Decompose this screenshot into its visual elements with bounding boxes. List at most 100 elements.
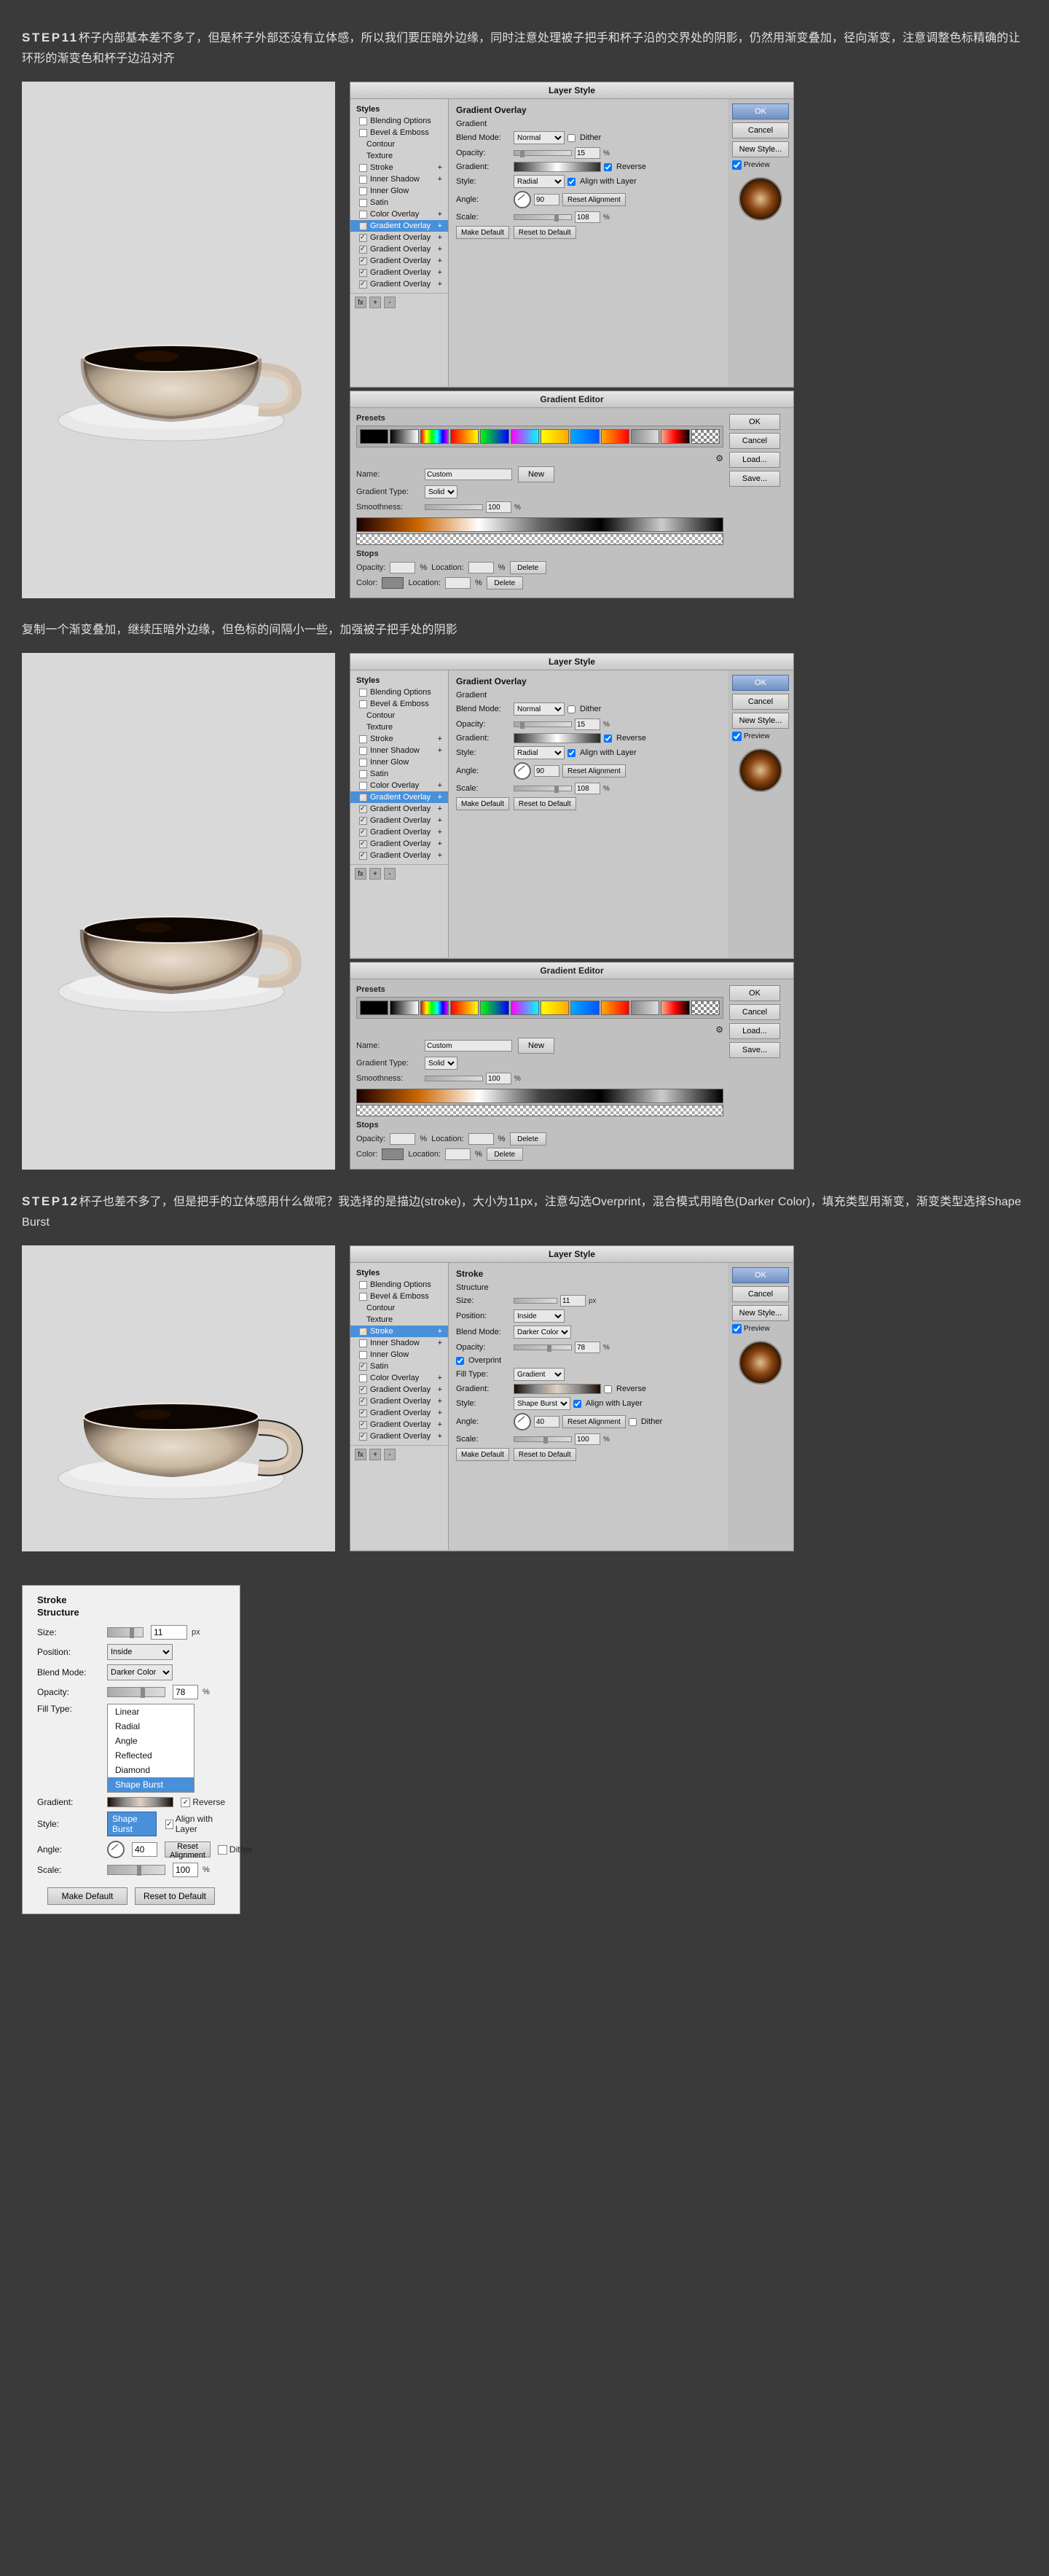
gs-reset-align-btn-2[interactable]: Reset Alignment — [562, 764, 626, 778]
style-inner-glow-3[interactable]: Inner Glow — [350, 1349, 448, 1361]
style-stroke-3[interactable]: Stroke + — [350, 1326, 448, 1337]
dp-style-value[interactable]: Shape Burst — [107, 1812, 157, 1836]
gs-dither-check-2[interactable] — [567, 705, 575, 713]
ge-delete-opacity-btn-2[interactable]: Delete — [510, 1132, 546, 1146]
ge-new-btn-1[interactable]: New — [518, 466, 554, 482]
ge-preset-9[interactable] — [601, 429, 629, 444]
gs-align-check-2[interactable] — [567, 749, 575, 757]
gs-scale-slider-1[interactable] — [514, 214, 572, 220]
ge-delete-opacity-btn-1[interactable]: Delete — [510, 561, 546, 574]
ge-smooth-input-1[interactable] — [486, 501, 511, 513]
style-satin-2[interactable]: Satin — [350, 768, 448, 780]
ge-preset-2-8[interactable] — [570, 1001, 599, 1015]
ge-gradient-bar-full-1[interactable] — [356, 517, 723, 532]
stroke-reset-align-btn-3[interactable]: Reset Alignment — [562, 1415, 626, 1428]
gs-opacity-input-1[interactable] — [575, 147, 600, 159]
style-gradient-overlay-2-6[interactable]: Gradient Overlay + — [350, 850, 448, 861]
styles-btn-add-1[interactable]: + — [369, 297, 381, 308]
ge-preset-2-9[interactable] — [601, 1001, 629, 1015]
stroke-gradient-bar-3[interactable] — [514, 1384, 601, 1394]
dl-diamond[interactable]: Diamond — [108, 1763, 194, 1777]
ge-opacity-stop-input-1[interactable] — [390, 562, 415, 573]
dp-dropdown-list[interactable]: Linear Radial Angle Reflected Diamond Sh… — [107, 1704, 195, 1793]
style-stroke-2[interactable]: Stroke + — [350, 733, 448, 745]
ge-preset-2[interactable] — [390, 429, 418, 444]
ge-location-stop-input-1[interactable] — [468, 562, 494, 573]
ge-preset-2-3[interactable] — [420, 1001, 449, 1015]
style-color-overlay-2[interactable]: Color Overlay + — [350, 780, 448, 791]
dl-linear[interactable]: Linear — [108, 1704, 194, 1719]
dp-blend-select[interactable]: Darker Color — [107, 1664, 173, 1680]
style-texture-1[interactable]: Texture — [350, 150, 448, 162]
ge-delete-color-btn-1[interactable]: Delete — [487, 576, 523, 590]
ge-name-input-1[interactable] — [425, 469, 512, 480]
style-inner-shadow-2[interactable]: Inner Shadow + — [350, 745, 448, 756]
gs-angle-circle-1[interactable] — [514, 191, 531, 208]
style-gradient-overlay-2-5[interactable]: Gradient Overlay + — [350, 838, 448, 850]
gs-scale-input-2[interactable] — [575, 783, 600, 794]
styles-btn-add-2[interactable]: + — [369, 868, 381, 880]
ge-preset-2-2[interactable] — [390, 1001, 418, 1015]
style-contour-1[interactable]: Contour — [350, 138, 448, 150]
stroke-blend-select-3[interactable]: Darker Color — [514, 1326, 571, 1339]
ok-btn-2[interactable]: OK — [732, 675, 789, 691]
ge-save-btn-1[interactable]: Save... — [729, 471, 780, 487]
style-gradient-overlay-3-5[interactable]: Gradient Overlay + — [350, 1430, 448, 1442]
style-contour-3[interactable]: Contour — [350, 1302, 448, 1314]
gs-angle-input-2[interactable] — [534, 765, 559, 777]
stroke-dither-check-3[interactable] — [629, 1418, 637, 1426]
ge-delete-color-btn-2[interactable]: Delete — [487, 1148, 523, 1161]
stroke-reverse-check-3[interactable] — [604, 1385, 612, 1393]
ge-gradient-bar-full-2[interactable] — [356, 1089, 723, 1103]
ge-type-select-2[interactable]: Solid — [425, 1057, 457, 1070]
dl-shape-burst[interactable]: Shape Burst — [108, 1777, 194, 1792]
style-contour-2[interactable]: Contour — [350, 710, 448, 721]
ge-type-select-1[interactable]: Solid — [425, 485, 457, 498]
gs-reverse-check-1[interactable] — [604, 163, 612, 171]
ge-preset-5[interactable] — [480, 429, 508, 444]
style-gradient-overlay-3[interactable]: Gradient Overlay + — [350, 243, 448, 255]
stroke-pos-select-3[interactable]: Inside — [514, 1309, 565, 1323]
ge-color-swatch-1[interactable] — [382, 577, 404, 589]
ge-preset-3[interactable] — [420, 429, 449, 444]
gs-reset-default-btn-2[interactable]: Reset to Default — [514, 797, 576, 810]
gs-align-check-1[interactable] — [567, 178, 575, 186]
ge-smooth-input-2[interactable] — [486, 1073, 511, 1084]
dp-make-default-btn[interactable]: Make Default — [47, 1887, 127, 1905]
gs-opacity-input-2[interactable] — [575, 719, 600, 730]
style-bevel-emboss-3[interactable]: Bevel & Emboss — [350, 1291, 448, 1302]
ge-ok-btn-2[interactable]: OK — [729, 985, 780, 1001]
gs-reset-default-btn-1[interactable]: Reset to Default — [514, 226, 576, 239]
stroke-overprint-check-3[interactable] — [456, 1357, 464, 1365]
style-texture-3[interactable]: Texture — [350, 1314, 448, 1326]
ge-cancel-btn-1[interactable]: Cancel — [729, 433, 780, 449]
style-inner-shadow-3[interactable]: Inner Shadow + — [350, 1337, 448, 1349]
gs-gradient-bar-2[interactable] — [514, 733, 601, 743]
ge-gear-icon-2[interactable]: ⚙ — [715, 1025, 723, 1035]
dp-pos-select[interactable]: Inside — [107, 1644, 173, 1660]
ge-gear-icon[interactable]: ⚙ — [715, 453, 723, 463]
ge-smooth-slider-1[interactable] — [425, 504, 483, 510]
style-gradient-overlay-2[interactable]: Gradient Overlay + — [350, 232, 448, 243]
style-satin-1[interactable]: Satin — [350, 197, 448, 208]
gs-reset-align-btn-1[interactable]: Reset Alignment — [562, 193, 626, 206]
style-gradient-overlay-2-3[interactable]: Gradient Overlay + — [350, 815, 448, 826]
dp-size-slider[interactable] — [107, 1627, 144, 1637]
dp-angle-circle[interactable] — [107, 1841, 125, 1858]
stroke-opacity-input-3[interactable] — [575, 1342, 600, 1353]
dp-reset-default-btn[interactable]: Reset to Default — [135, 1887, 215, 1905]
preview-check-1[interactable] — [732, 160, 742, 170]
stroke-angle-circle-3[interactable] — [514, 1413, 531, 1430]
dl-reflected[interactable]: Reflected — [108, 1748, 194, 1763]
stroke-angle-input-3[interactable] — [534, 1416, 559, 1428]
style-gradient-overlay-active-1[interactable]: Gradient Overlay + — [350, 220, 448, 232]
gs-style-select-2[interactable]: Radial — [514, 746, 565, 759]
style-gradient-overlay-4[interactable]: Gradient Overlay + — [350, 255, 448, 267]
gs-make-default-btn-2[interactable]: Make Default — [456, 797, 509, 810]
ge-color-location-input-1[interactable] — [445, 577, 471, 589]
dp-opacity-input[interactable] — [173, 1685, 198, 1699]
gs-style-select-1[interactable]: Radial — [514, 175, 565, 188]
style-blending-options-2[interactable]: Blending Options — [350, 686, 448, 698]
ge-color-location-input-2[interactable] — [445, 1148, 471, 1160]
styles-btn-fx-1[interactable]: fx — [355, 297, 366, 308]
